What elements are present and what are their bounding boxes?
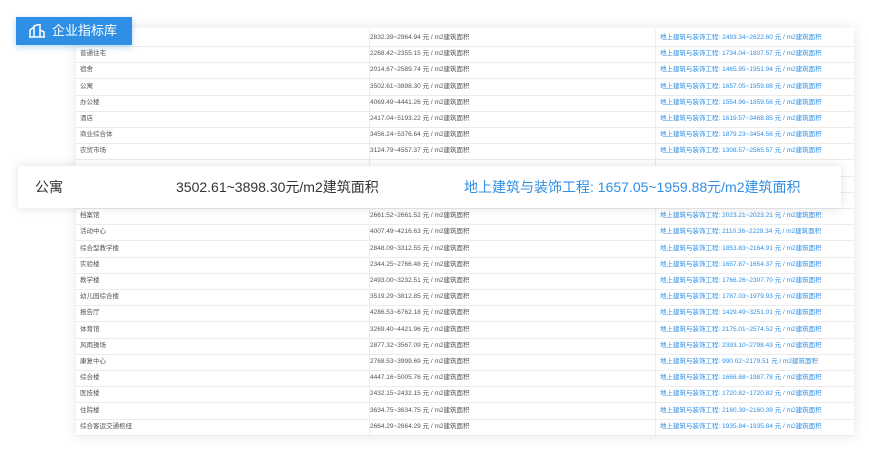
building-type-cell: 商业综合体 [80,131,113,139]
building-type-cell: 报告厅 [80,309,100,317]
table-row: 康复中心 2768.53~3999.69 元 / m2建筑面积 地上建筑与装饰工程:… [76,354,854,371]
building-type-cell: 普通住宅 [80,50,106,58]
index-table: 2832.39~2964.94 元 / m2建筑面积 地上建筑与装饰工程: 249… [76,28,854,436]
building-type-cell: 实验楼 [80,260,100,268]
detail-link-cell[interactable]: 地上建筑与装饰工程: 1853.83~2164.91 元 / m2建筑面积 [655,240,853,257]
table-row: 公寓 3502.61~3898.30 元 / m2建筑面积 地上建筑与装饰工程: 1… [76,78,854,96]
cost-range-cell: 4069.49~4441.26 元 / m2建筑面积 [369,94,660,111]
building-type-cell: 住院楼 [80,406,100,414]
building-icon [29,24,45,38]
table-row: 办公楼 4069.49~4441.26 元 / m2建筑面积 地上建筑与装饰工程: … [76,94,854,112]
table-row: 普通住宅 2268.42~2355.15 元 / m2建筑面积 地上建筑与装饰工程:… [76,46,854,64]
detail-link-cell[interactable]: 地上建筑与装饰工程: 1429.49~3251.01 元 / m2建筑面积 [655,305,853,322]
cost-range-cell: 2877.32~3567.09 元 / m2建筑面积 [369,337,660,354]
badge-label: 企业指标库 [52,23,118,38]
table-row: 风雨操场 2877.32~3567.09 元 / m2建筑面积 地上建筑与装饰工程:… [76,337,854,355]
building-type-cell: 体育馆 [80,325,100,333]
detail-link-cell[interactable]: 地上建筑与装饰工程: 1935.84~1935.84 元 / m2建筑面积 [655,418,853,435]
cost-range-cell: 4007.49~4216.63 元 / m2建筑面积 [369,224,660,241]
cost-range-cell: 2848.09~3312.55 元 / m2建筑面积 [369,240,660,257]
building-type-cell: 酒店 [80,115,93,122]
detail-link-cell[interactable]: 地上建筑与装饰工程: 2493.34~2622.60 元 / m2建筑面积 [655,30,853,46]
building-type-cell: 康复中心 [80,358,106,365]
table-row: 酒店 2417.04~5193.22 元 / m2建筑面积 地上建筑与装饰工程: 1… [76,111,854,128]
highlight-range: 3502.61~3898.30元/m2建筑面积 [176,179,379,195]
cost-range-cell: 2664.29~2664.29 元 / m2建筑面积 [369,418,660,435]
detail-link-cell[interactable]: 地上建筑与装饰工程: 2160.39~2160.39 元 / m2建筑面积 [655,402,853,419]
table-row: 综合楼 4447.16~5005.76 元 / m2建筑面积 地上建筑与装饰工程: … [76,370,854,388]
detail-link-cell[interactable]: 地上建筑与装饰工程: 1657.87~1654.37 元 / m2建筑面积 [655,256,853,273]
cost-range-cell: 3519.29~3812.85 元 / m2建筑面积 [369,289,660,306]
enterprise-index-badge[interactable]: 企业指标库 [16,17,132,45]
table-row: 住院楼 3634.75~3634.75 元 / m2建筑面积 地上建筑与装饰工程: … [76,402,854,420]
detail-link-cell[interactable]: 地上建筑与装饰工程: 1657.05~1959.88 元 / m2建筑面积 [655,78,853,95]
table-row: 体育馆 3269.40~4421.96 元 / m2建筑面积 地上建筑与装饰工程: … [76,321,854,339]
detail-link-cell[interactable]: 地上建筑与装饰工程: 2393.10~2798.43 元 / m2建筑面积 [655,337,853,354]
detail-link-cell[interactable]: 地上建筑与装饰工程: 1465.95~1951.94 元 / m2建筑面积 [655,62,853,79]
building-type-cell: 风雨操场 [80,341,106,349]
cost-range-cell: 2661.52~2661.52 元 / m2建筑面积 [369,208,660,225]
building-type-cell: 幼儿园综合楼 [80,293,119,301]
table-row: 宿舍 2014.67~2589.74 元 / m2建筑面积 地上建筑与装饰工程: 1… [76,62,854,80]
cost-range-cell: 3502.61~3898.30 元 / m2建筑面积 [369,78,660,95]
detail-link-cell[interactable]: 地上建筑与装饰工程: 1720.82~1720.82 元 / m2建筑面积 [655,386,853,403]
highlight-name: 公寓 [35,179,63,195]
cost-range-cell: 2268.42~2355.15 元 / m2建筑面积 [369,46,660,63]
table-row: 教学楼 2493.00~3232.51 元 / m2建筑面积 地上建筑与装饰工程: … [76,273,854,290]
table-row: 报告厅 4286.53~6762.18 元 / m2建筑面积 地上建筑与装饰工程: … [76,305,854,323]
building-type-cell: 办公楼 [80,98,100,106]
cost-range-cell: 2014.67~2589.74 元 / m2建筑面积 [369,62,660,79]
building-type-cell: 活动中心 [80,228,106,236]
detail-link-cell[interactable]: 地上建筑与装饰工程: 1787.03~1979.93 元 / m2建筑面积 [655,289,853,306]
highlighted-row[interactable]: 公寓 3502.61~3898.30元/m2建筑面积 地上建筑与装饰工程: 16… [18,166,841,208]
cost-range-cell: 3634.75~3634.75 元 / m2建筑面积 [369,402,660,419]
table-row: 综合型教学楼 2848.09~3312.55 元 / m2建筑面积 地上建筑与装饰工… [76,240,854,258]
table-row: 2832.39~2964.94 元 / m2建筑面积 地上建筑与装饰工程: 249… [76,30,854,47]
cost-range-cell: 3124.79~4557.37 元 / m2建筑面积 [369,143,660,160]
detail-link-cell[interactable]: 地上建筑与装饰工程: 2023.21~2023.21 元 / m2建筑面积 [655,208,853,225]
building-type-cell: 宿舍 [80,66,93,74]
detail-link-cell[interactable]: 地上建筑与装饰工程: 1734.04~1807.57 元 / m2建筑面积 [655,46,853,63]
detail-link-cell[interactable]: 地上建筑与装饰工程: 990.02~2179.51 元 / m2建筑面积 [655,354,853,370]
cost-range-cell: 2493.00~3232.51 元 / m2建筑面积 [369,273,660,289]
building-type-cell: 医技楼 [80,390,100,398]
table-row: 商业综合体 3456.24~5376.64 元 / m2建筑面积 地上建筑与装饰工程… [76,127,854,145]
table-row: 幼儿园综合楼 3519.29~3812.85 元 / m2建筑面积 地上建筑与装饰工… [76,289,854,307]
cost-range-cell: 2768.53~3999.69 元 / m2建筑面积 [369,354,660,370]
table-row: 综合客运交通枢纽 2664.29~2664.29 元 / m2建筑面积 地上建筑与装… [76,418,854,436]
detail-link-cell[interactable]: 地上建筑与装饰工程: 1879.23~3454.56 元 / m2建筑面积 [655,127,853,144]
building-type-cell: 综合型教学楼 [80,244,119,252]
detail-link-cell[interactable]: 地上建筑与装饰工程: 1766.26~2307.70 元 / m2建筑面积 [655,273,853,289]
building-type-cell: 公寓 [80,82,93,90]
cost-range-cell: 3269.40~4421.96 元 / m2建筑面积 [369,321,660,338]
detail-link-cell[interactable]: 地上建筑与装饰工程: 1308.57~2565.57 元 / m2建筑面积 [655,143,853,160]
table-row: 实验楼 2344.25~2766.48 元 / m2建筑面积 地上建筑与装饰工程: … [76,256,854,274]
detail-link-cell[interactable]: 地上建筑与装饰工程: 1619.57~3468.85 元 / m2建筑面积 [655,111,853,127]
cost-range-cell: 2832.39~2964.94 元 / m2建筑面积 [369,30,660,46]
building-type-cell: 综合客运交通枢纽 [80,422,132,430]
building-type-cell: 档案馆 [80,212,100,220]
table-row: 活动中心 4007.49~4216.63 元 / m2建筑面积 地上建筑与装饰工程:… [76,224,854,242]
table-row: 农贸市场 3124.79~4557.37 元 / m2建筑面积 地上建筑与装饰工程:… [76,143,854,161]
cost-range-cell: 4447.16~5005.76 元 / m2建筑面积 [369,370,660,387]
cost-range-cell: 2417.04~5193.22 元 / m2建筑面积 [369,111,660,127]
cost-range-cell: 2432.15~2432.15 元 / m2建筑面积 [369,386,660,403]
detail-link-cell[interactable]: 地上建筑与装饰工程: 2175.01~2574.52 元 / m2建筑面积 [655,321,853,338]
detail-link-cell[interactable]: 地上建筑与装饰工程: 1554.96~1859.56 元 / m2建筑面积 [655,94,853,111]
detail-link-cell[interactable]: 地上建筑与装饰工程: 2110.36~2229.34 元 / m2建筑面积 [655,224,853,241]
table-row: 医技楼 2432.15~2432.15 元 / m2建筑面积 地上建筑与装饰工程: … [76,386,854,404]
table-row: 档案馆 2661.52~2661.52 元 / m2建筑面积 地上建筑与装饰工程: … [76,208,854,226]
detail-link-cell[interactable]: 地上建筑与装饰工程: 1666.68~1987.78 元 / m2建筑面积 [655,370,853,387]
building-type-cell: 教学楼 [80,277,100,284]
cost-range-cell: 2344.25~2766.48 元 / m2建筑面积 [369,256,660,273]
cost-range-cell: 4286.53~6762.18 元 / m2建筑面积 [369,305,660,322]
building-type-cell: 综合楼 [80,374,100,382]
highlight-detail[interactable]: 地上建筑与装饰工程: 1657.05~1959.88元/m2建筑面积 [464,166,801,208]
cost-range-cell: 3456.24~5376.64 元 / m2建筑面积 [369,127,660,144]
building-type-cell: 农贸市场 [80,147,106,155]
